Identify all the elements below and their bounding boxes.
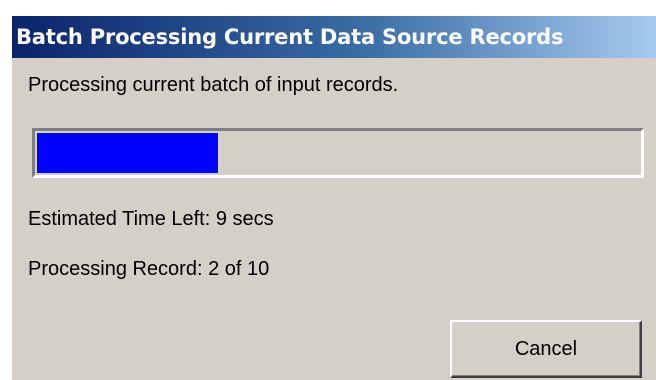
progress-dialog: Batch Processing Current Data Source Rec… bbox=[0, 0, 656, 380]
status-message: Processing current batch of input record… bbox=[28, 74, 399, 96]
estimated-time-left: Estimated Time Left: 9 secs bbox=[28, 208, 274, 230]
progress-bar-fill bbox=[37, 133, 218, 173]
processing-record-count: Processing Record: 2 of 10 bbox=[28, 258, 270, 280]
title-bar[interactable]: Batch Processing Current Data Source Rec… bbox=[12, 16, 656, 58]
cancel-button[interactable]: Cancel bbox=[450, 320, 642, 378]
dialog-title: Batch Processing Current Data Source Rec… bbox=[16, 25, 564, 49]
progress-bar bbox=[32, 128, 644, 178]
dialog-frame: Batch Processing Current Data Source Rec… bbox=[10, 14, 656, 380]
